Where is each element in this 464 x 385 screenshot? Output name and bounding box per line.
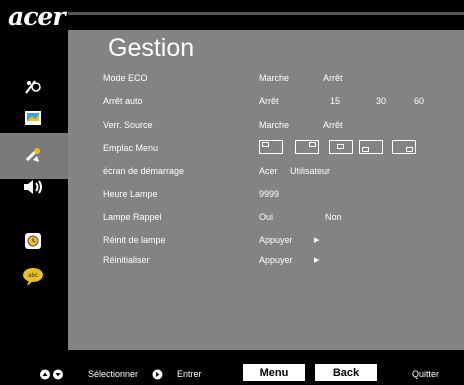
menu-location-top-right-icon[interactable] — [295, 140, 319, 154]
auto-30-option[interactable]: 30 — [376, 96, 386, 106]
acer-logo: acer — [8, 2, 65, 31]
startup-acer-option[interactable]: Acer — [259, 166, 278, 176]
svg-text:abc: abc — [28, 273, 38, 279]
row-label-lamp-reset[interactable]: Réinit de lampe — [103, 235, 166, 245]
auto-off-option[interactable]: Arrêt — [259, 96, 279, 106]
footer-quit-label: Quitter — [412, 369, 440, 379]
row-label-lamp-hours: Heure Lampe — [103, 189, 158, 199]
menu-location-top-left-icon[interactable] — [259, 140, 283, 154]
audio-icon[interactable] — [22, 176, 44, 198]
row-label-reset[interactable]: Réinitialiser — [103, 255, 150, 265]
row-label-menu-location[interactable]: Emplac Menu — [103, 143, 158, 153]
page-title: Gestion — [108, 34, 195, 62]
reminder-no-option[interactable]: Non — [325, 212, 342, 222]
reminder-yes-option[interactable]: Oui — [259, 212, 273, 222]
language-icon[interactable]: abc — [22, 266, 44, 288]
row-label-startup-screen[interactable]: écran de démarrage — [103, 166, 184, 176]
back-button[interactable]: Back — [315, 364, 377, 381]
top-divider — [68, 12, 464, 15]
menu-button[interactable]: Menu — [243, 364, 305, 381]
row-label-lamp-reminder[interactable]: Lampe Rappel — [103, 212, 162, 222]
footer-select-label: Sélectionner — [88, 369, 139, 379]
management-icon[interactable] — [22, 145, 44, 167]
source-lock-off-option[interactable]: Arrêt — [323, 120, 343, 130]
lamp-reset-arrow-icon: ▶ — [314, 237, 320, 244]
lamp-hours-value: 9999 — [259, 189, 280, 199]
row-label-auto-off[interactable]: Arrêt auto — [103, 96, 143, 106]
timer-icon[interactable] — [22, 230, 44, 252]
row-label-source-lock[interactable]: Verr. Source — [103, 120, 153, 130]
menu-location-center-icon[interactable] — [329, 140, 353, 154]
menu-location-bottom-left-icon[interactable] — [359, 140, 383, 154]
footer-enter-label: Entrer — [177, 369, 202, 379]
auto-15-option[interactable]: 15 — [330, 96, 340, 106]
lamp-reset-button[interactable]: Appuyer — [259, 235, 293, 245]
eco-off-option[interactable]: Arrêt — [323, 73, 343, 83]
eco-on-option[interactable]: Marche — [259, 73, 289, 83]
up-down-navigation-icon — [40, 367, 64, 385]
reset-all-arrow-icon: ▶ — [314, 257, 320, 264]
image-icon[interactable] — [22, 107, 44, 129]
menu-location-bottom-right-icon[interactable] — [392, 140, 416, 154]
auto-60-option[interactable]: 60 — [414, 96, 424, 106]
startup-user-option[interactable]: Utilisateur — [290, 166, 330, 176]
reset-all-button[interactable]: Appuyer — [259, 255, 293, 265]
footer-bar — [0, 350, 464, 384]
row-label-eco-mode[interactable]: Mode ECO — [103, 73, 148, 83]
right-arrow-icon — [152, 367, 163, 385]
source-lock-on-option[interactable]: Marche — [259, 120, 289, 130]
picture-settings-icon[interactable] — [22, 75, 44, 97]
